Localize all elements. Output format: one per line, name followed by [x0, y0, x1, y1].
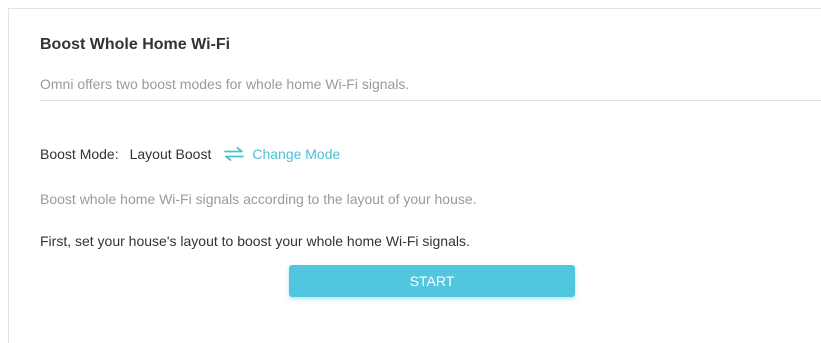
change-mode-label: Change Mode	[252, 146, 341, 162]
section-subtitle: Omni offers two boost modes for whole ho…	[40, 76, 410, 92]
boost-mode-row: Boost Mode: Layout Boost Change Mode	[40, 144, 340, 164]
section-title: Boost Whole Home Wi-Fi	[40, 36, 231, 53]
layout-instruction: First, set your house's layout to boost …	[40, 233, 470, 249]
boost-mode-value: Layout Boost	[129, 146, 212, 162]
start-button[interactable]: START	[289, 265, 575, 297]
divider	[40, 100, 821, 101]
boost-mode-description: Boost whole home Wi-Fi signals according…	[40, 191, 477, 207]
swap-arrows-icon	[224, 147, 245, 161]
boost-mode-label: Boost Mode:	[40, 146, 119, 162]
change-mode-link[interactable]: Change Mode	[224, 146, 340, 162]
boost-panel: Boost Whole Home Wi-Fi Omni offers two b…	[8, 8, 821, 343]
